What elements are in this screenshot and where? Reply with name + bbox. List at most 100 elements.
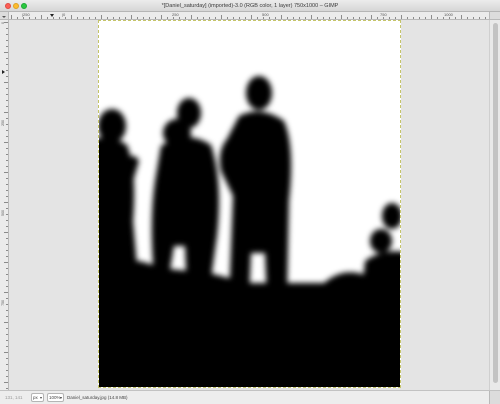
ruler-tick	[335, 17, 336, 19]
horizontal-ruler[interactable]: |250 |0 250 500 750 1000	[9, 12, 489, 20]
ruler-tick	[4, 322, 8, 323]
ruler-tick	[4, 172, 8, 173]
ruler-tick	[6, 304, 8, 305]
ruler-tick	[191, 15, 192, 19]
window-title: *[Daniel_saturday] (imported)-3.0 (RGB c…	[161, 3, 339, 9]
ruler-tick	[23, 17, 24, 19]
ruler-tick	[6, 220, 8, 221]
ruler-tick	[167, 17, 168, 19]
ruler-tick	[6, 208, 8, 209]
ruler-tick	[269, 17, 270, 19]
ruler-tick	[6, 76, 8, 77]
ruler-tick	[4, 202, 8, 203]
ruler-tick	[6, 370, 8, 371]
silhouette-image	[99, 21, 400, 387]
ruler-tick	[6, 136, 8, 137]
ruler-tick	[29, 17, 30, 19]
pointer-position-marker	[2, 70, 5, 74]
ruler-tick	[6, 130, 8, 131]
ruler-tick	[6, 28, 8, 29]
ruler-tick	[6, 298, 8, 299]
ruler-tick	[59, 17, 60, 19]
ruler-tick	[383, 17, 384, 19]
image-canvas[interactable]	[98, 20, 401, 388]
ruler-tick	[419, 17, 420, 19]
ruler-tick	[347, 17, 348, 19]
ruler-tick	[6, 310, 8, 311]
ruler-tick	[341, 15, 342, 19]
ruler-tick	[395, 17, 396, 19]
ruler-tick	[6, 256, 8, 257]
ruler-tick	[425, 17, 426, 19]
ruler-tick	[6, 376, 8, 377]
ruler-menu-icon[interactable]	[0, 12, 9, 20]
ruler-tick	[89, 17, 90, 19]
ruler-tick	[4, 112, 8, 113]
ruler-tick	[6, 340, 8, 341]
ruler-tick	[6, 286, 8, 287]
ruler-tick	[233, 17, 234, 19]
window-titlebar: *[Daniel_saturday] (imported)-3.0 (RGB c…	[0, 0, 500, 12]
ruler-tick	[365, 17, 366, 19]
vertical-scrollbar[interactable]	[489, 20, 500, 390]
ruler-tick	[95, 17, 96, 19]
ruler-tick	[6, 388, 8, 389]
ruler-tick	[413, 17, 414, 19]
ruler-tick	[6, 166, 8, 167]
ruler-tick	[6, 100, 8, 101]
navigate-image-icon[interactable]	[489, 12, 500, 20]
ruler-tick	[155, 17, 156, 19]
ruler-tick	[467, 17, 468, 19]
ruler-tick	[53, 17, 54, 19]
ruler-tick	[293, 17, 294, 19]
ruler-tick	[131, 15, 132, 19]
ruler-tick	[4, 232, 8, 233]
ruler-tick	[437, 17, 438, 19]
ruler-tick	[6, 364, 8, 365]
ruler-tick	[329, 17, 330, 19]
ruler-tick	[6, 184, 8, 185]
ruler-tick	[101, 15, 102, 19]
ruler-tick	[65, 17, 66, 19]
ruler-tick	[143, 17, 144, 19]
ruler-tick	[263, 17, 264, 19]
ruler-tick	[4, 22, 8, 23]
canvas-area[interactable]	[9, 20, 489, 390]
ruler-tick	[317, 17, 318, 19]
ruler-tick	[6, 274, 8, 275]
ruler-tick	[41, 15, 42, 19]
ruler-tick	[35, 17, 36, 19]
ruler-tick	[353, 17, 354, 19]
unit-selector[interactable]: px	[31, 393, 44, 402]
vertical-ruler[interactable]: 0 250 500 750	[0, 20, 9, 390]
ruler-tick	[6, 334, 8, 335]
ruler-tick	[4, 292, 8, 293]
ruler-tick	[371, 15, 372, 19]
ruler-tick	[179, 17, 180, 19]
ruler-tick	[6, 328, 8, 329]
zoom-selector[interactable]: 100%	[47, 393, 64, 402]
ruler-tick	[6, 154, 8, 155]
ruler-tick	[245, 17, 246, 19]
file-info: Daniel_saturday.jpg (14.8 MB)	[67, 395, 128, 400]
ruler-tick	[125, 17, 126, 19]
ruler-tick	[197, 17, 198, 19]
ruler-tick	[119, 17, 120, 19]
ruler-tick	[6, 58, 8, 59]
ruler-tick	[6, 34, 8, 35]
ruler-tick	[227, 17, 228, 19]
ruler-tick	[4, 352, 8, 353]
ruler-tick	[113, 17, 114, 19]
ruler-tick	[6, 196, 8, 197]
ruler-tick	[311, 15, 312, 19]
quick-mask-toggle[interactable]	[489, 391, 500, 404]
ruler-tick	[6, 70, 8, 71]
scrollbar-thumb[interactable]	[493, 23, 498, 383]
ruler-tick	[407, 17, 408, 19]
ruler-tick	[4, 52, 8, 53]
ruler-label: 250	[1, 120, 5, 126]
ruler-tick	[149, 17, 150, 19]
ruler-tick	[359, 17, 360, 19]
ruler-tick	[6, 64, 8, 65]
ruler-tick	[6, 46, 8, 47]
